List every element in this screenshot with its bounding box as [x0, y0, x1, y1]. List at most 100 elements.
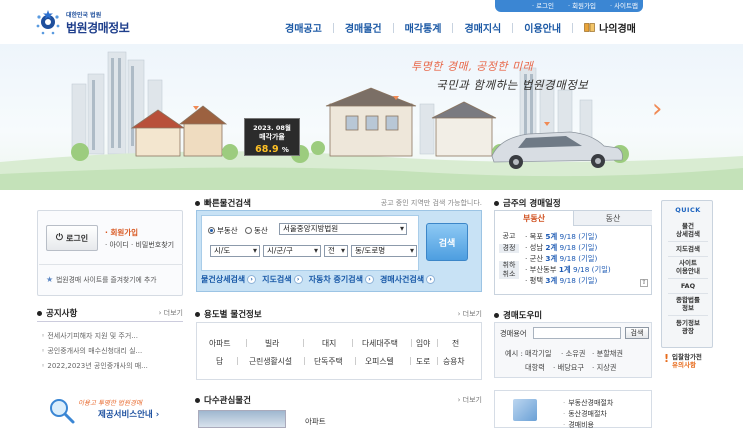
radio-movable[interactable]: 동산 — [245, 225, 268, 236]
nav-item-notice[interactable]: 경매공고 — [274, 20, 333, 35]
helper-title: 경매도우미 — [494, 309, 542, 321]
court-select[interactable]: 서울중앙지방법원 — [279, 223, 407, 235]
divider — [437, 339, 438, 347]
login-button[interactable]: ⏻ 로그인 — [46, 225, 98, 251]
example-term[interactable]: · 배당요구 — [553, 363, 584, 373]
schedule-box: 부동산 동산 공고 경정 취하 취소 · 목포 5계 9/18 (기일) · 성… — [494, 210, 652, 295]
category-road[interactable]: 도로 — [416, 356, 430, 367]
document-icon — [513, 399, 537, 421]
category-apartment[interactable]: 아파트 — [209, 338, 231, 349]
process-link-real-estate[interactable]: 부동산경매절차 — [563, 398, 613, 408]
nav-item-stats[interactable]: 매각통계 — [394, 20, 453, 35]
tab-real-estate[interactable]: 부동산 — [495, 211, 574, 226]
find-id-password-link[interactable]: · 아이디 · 비밀번호찾기 — [105, 240, 174, 250]
schedule-row[interactable]: · 성남 2계 9/18 (기일) — [525, 243, 597, 253]
interest-more-link[interactable]: › 더보기 — [458, 395, 482, 405]
tab-movable[interactable]: 동산 — [574, 211, 652, 226]
nav-item-knowledge[interactable]: 경매지식 — [453, 20, 512, 35]
category-more-link[interactable]: › 더보기 — [458, 309, 482, 319]
power-icon: ⏻ — [55, 233, 64, 243]
schedule-row[interactable]: · 목포 5계 9/18 (기일) — [525, 232, 597, 242]
top-link-join[interactable]: 회원가입 — [563, 0, 601, 12]
quick-item-map-search[interactable]: 지도검색 — [666, 245, 710, 253]
category-multi-house[interactable]: 다세대주택 — [362, 338, 398, 349]
divider — [668, 315, 708, 316]
notice-more-link[interactable]: › 더보기 — [159, 308, 183, 318]
category-officetel[interactable]: 오피스텔 — [365, 356, 394, 367]
schedule-row[interactable]: · 부산동부 1계 9/18 (기일) — [525, 265, 611, 275]
example-term[interactable]: 매각기일 — [525, 349, 551, 359]
schedule-row[interactable]: · 군산 3계 9/18 (기일) — [525, 254, 597, 264]
site-logo[interactable]: 대한민국 법원 법원경매정보 — [34, 8, 144, 36]
schedule-filter-withdraw[interactable]: 취하 — [499, 261, 519, 270]
magnifier-icon — [50, 399, 75, 424]
sido-select[interactable]: 시/도 — [210, 245, 260, 257]
link-detail-search[interactable]: 물건상세검색 › — [201, 274, 257, 285]
link-case-search[interactable]: 경매사건검색 › — [380, 274, 436, 285]
schedule-filter-notice[interactable]: 공고 — [499, 232, 519, 241]
category-car[interactable]: 승용차 — [443, 356, 465, 367]
category-neighborhood[interactable]: 근린생활시설 — [249, 356, 292, 367]
schedule-filter-change[interactable]: 경정 — [499, 244, 519, 253]
term-search-button[interactable]: 검색 — [625, 327, 649, 339]
sale-rate-badge[interactable]: 2023. 08월 매각가율 68.9 % — [244, 118, 300, 156]
nav-item-items[interactable]: 경매물건 — [334, 20, 393, 35]
interest-item-label[interactable]: 아파트 — [305, 416, 326, 427]
quick-item-faq[interactable]: FAQ — [666, 282, 710, 290]
example-term[interactable]: 대항력 — [525, 363, 545, 373]
divider — [37, 321, 183, 322]
interest-item-thumbnail[interactable] — [198, 410, 286, 428]
divider — [237, 357, 238, 365]
divider — [39, 264, 183, 265]
divider — [668, 256, 708, 257]
process-link-cost[interactable]: 경매비용 — [563, 420, 594, 428]
bidding-notice-link[interactable]: ! 입찰참가전 유의사항 — [661, 350, 713, 369]
scroll-arrow-icon[interactable]: ⇧ — [640, 279, 648, 287]
nav-item-my-auction[interactable]: 나의경매 — [573, 20, 647, 35]
quick-item-detail-search[interactable]: 물건 상세검색 — [666, 222, 710, 238]
term-search-input[interactable] — [533, 327, 621, 339]
hero-banner: 투명한 경매, 공정한 미래 국민과 함께하는 법원경매정보 2023. 08월… — [0, 44, 743, 190]
top-links: 로그인 회원가입 사이트맵 — [527, 0, 643, 12]
schedule-filter-cancel[interactable]: 취소 — [499, 270, 519, 279]
category-land[interactable]: 대지 — [322, 338, 336, 349]
quick-search-links: 물건상세검색 › 지도검색 › 자동차 중기검색 › 경매사건검색 › — [201, 274, 441, 285]
quick-item-site-guide[interactable]: 사이트 이용안내 — [666, 259, 710, 275]
divider — [304, 357, 305, 365]
hero-next-arrow-icon[interactable]: › — [652, 94, 662, 124]
link-map-search[interactable]: 지도검색 › — [262, 274, 303, 285]
category-paddy[interactable]: 답 — [216, 356, 223, 367]
dong-select[interactable]: 동/도로명 — [351, 245, 417, 257]
quick-item-legal-info[interactable]: 종합법률 정보 — [666, 296, 710, 312]
process-link-movable[interactable]: 동산경매절차 — [563, 409, 607, 419]
notice-item[interactable]: ◦ 전세사기피해자 지원 및 주거... — [41, 331, 181, 341]
quick-search-button[interactable]: 검색 — [426, 223, 468, 261]
notice-item[interactable]: ◦ 2022,2023년 공인중개사의 매... — [41, 361, 181, 371]
radio-checked-icon — [208, 227, 215, 234]
sale-rate-label: 매각가율 — [259, 133, 285, 141]
sigungu-select[interactable]: 시/군/구 — [263, 245, 321, 257]
radio-real-estate[interactable]: 부동산 — [208, 225, 238, 236]
top-link-login[interactable]: 로그인 — [527, 0, 559, 12]
logo-stars-icon — [36, 10, 60, 35]
add-favorite-link[interactable]: ★ 법원경매 사이트를 즐겨찾기에 추가 — [46, 274, 156, 285]
type-select[interactable]: 전 — [324, 245, 348, 257]
top-link-sitemap[interactable]: 사이트맵 — [605, 0, 643, 12]
link-vehicle-search[interactable]: 자동차 중기검색 › — [309, 274, 374, 285]
category-forest[interactable]: 임야 — [416, 338, 430, 349]
category-detached[interactable]: 단독주택 — [314, 356, 343, 367]
divider — [355, 357, 356, 365]
example-term[interactable]: · 분할채권 — [592, 349, 623, 359]
example-term[interactable]: · 지상권 — [592, 363, 616, 373]
notice-item[interactable]: ◦ 공인중개사의 매수신청대리 실... — [41, 346, 181, 356]
quick-item-registry[interactable]: 등기정보 광장 — [666, 319, 710, 335]
service-guide-banner[interactable]: 이용고 투명한 법원경매 제공서비스안내 › — [44, 393, 183, 428]
schedule-row[interactable]: · 평택 3계 9/18 (기일) — [525, 276, 597, 286]
category-field[interactable]: 전 — [452, 338, 459, 349]
nav-item-guide[interactable]: 이용안내 — [513, 20, 572, 35]
divider — [410, 357, 411, 365]
category-villa[interactable]: 빌라 — [265, 338, 279, 349]
example-term[interactable]: · 소유권 — [561, 349, 585, 359]
category-title: 용도별 물건정보 — [195, 308, 262, 320]
join-link[interactable]: · 회원가입 — [105, 227, 138, 238]
